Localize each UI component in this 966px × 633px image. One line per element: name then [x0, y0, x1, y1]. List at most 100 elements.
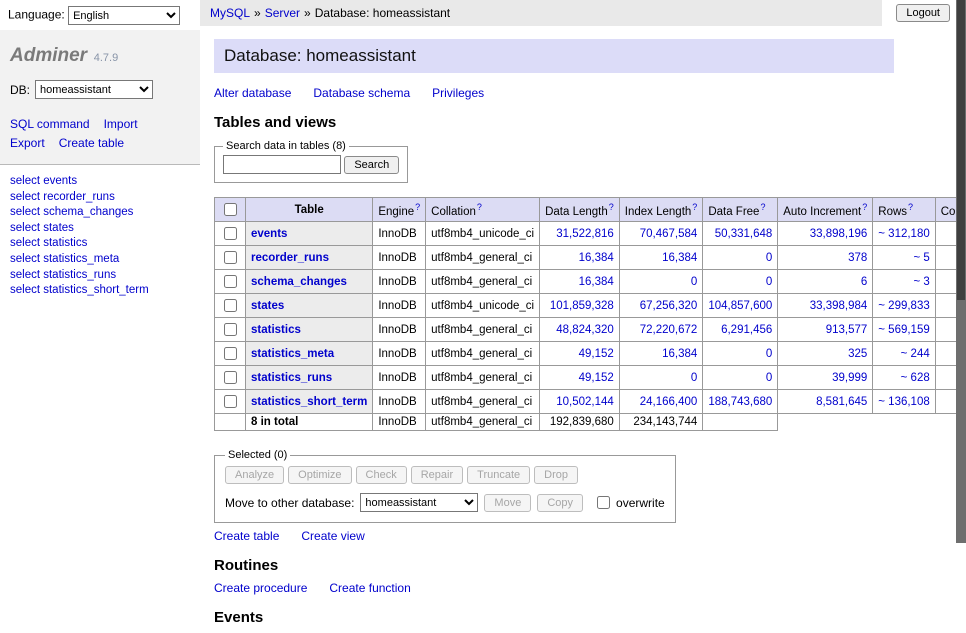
database-schema-link[interactable]: Database schema — [313, 86, 410, 100]
app-name[interactable]: Adminer — [10, 45, 87, 66]
row-checkbox[interactable] — [224, 275, 237, 288]
sidebar-item-select-schema-changes[interactable]: select schema_changes — [10, 206, 190, 220]
privileges-link[interactable]: Privileges — [432, 86, 484, 100]
move-database-select[interactable]: homeassistant — [360, 493, 478, 512]
language-select[interactable]: English — [68, 6, 180, 25]
sidebar-item-select-statistics-runs[interactable]: select statistics_runs — [10, 269, 190, 283]
table-row: states InnoDB utf8mb4_unicode_ci 101,859… — [215, 294, 966, 318]
help-link[interactable]: ? — [862, 202, 867, 212]
row-checkbox[interactable] — [224, 371, 237, 384]
logout-button[interactable]: Logout — [896, 4, 950, 22]
check-button[interactable]: Check — [356, 466, 407, 484]
table-total-row: 8 in total InnoDB utf8mb4_general_ci 192… — [215, 414, 966, 431]
table-name-link[interactable]: statistics — [251, 324, 301, 336]
help-link[interactable]: ? — [760, 202, 765, 212]
repair-button[interactable]: Repair — [411, 466, 463, 484]
move-button[interactable]: Move — [484, 494, 531, 512]
table-name-link[interactable]: events — [251, 228, 287, 240]
breadcrumb-link-mysql[interactable]: MySQL — [210, 6, 250, 20]
copy-button[interactable]: Copy — [537, 494, 583, 512]
cell-data-free: 188,743,680 — [703, 390, 778, 414]
top-row: MySQL » Server » Database: homeassistant Log… — [200, 0, 956, 26]
row-checkbox[interactable] — [224, 347, 237, 360]
cell-index-length: 0 — [619, 270, 703, 294]
cell-index-length: 0 — [619, 366, 703, 390]
search-input[interactable] — [223, 155, 341, 174]
page-title: Database: homeassistant — [214, 39, 894, 73]
truncate-button[interactable]: Truncate — [467, 466, 530, 484]
rows-count-link[interactable]: ~ 5 — [913, 252, 929, 264]
create-view-link[interactable]: Create view — [301, 529, 364, 543]
table-name-link[interactable]: schema_changes — [251, 276, 347, 288]
cell-rows: ~ 136,108 — [873, 390, 935, 414]
select-all-cell — [215, 198, 246, 222]
cell-engine: InnoDB — [373, 222, 426, 246]
row-checkbox[interactable] — [224, 251, 237, 264]
rows-count-link[interactable]: ~ 312,180 — [878, 228, 929, 240]
db-selector-row: DB: homeassistant — [0, 76, 200, 109]
sidebar-item-select-states[interactable]: select states — [10, 222, 190, 236]
scrollbar-thumb[interactable] — [957, 0, 965, 300]
breadcrumb-separator: » — [254, 6, 261, 20]
row-checkbox[interactable] — [224, 299, 237, 312]
create-function-link[interactable]: Create function — [329, 581, 410, 595]
breadcrumb-link-server[interactable]: Server — [265, 6, 300, 20]
row-checkbox[interactable] — [224, 323, 237, 336]
optimize-button[interactable]: Optimize — [288, 466, 351, 484]
alter-database-link[interactable]: Alter database — [214, 86, 291, 100]
total-index-length: 234,143,744 — [619, 414, 703, 431]
rows-count-link[interactable]: ~ 628 — [901, 372, 930, 384]
rows-count-link[interactable]: ~ 136,108 — [878, 396, 929, 408]
sidebar-item-select-events[interactable]: select events — [10, 175, 190, 189]
rows-count-link[interactable]: ~ 3 — [913, 276, 929, 288]
table-name-link[interactable]: states — [251, 300, 284, 312]
cell-data-length: 101,859,328 — [540, 294, 620, 318]
cell-auto-increment: 33,398,984 — [778, 294, 873, 318]
sidebar-item-create-table[interactable]: Create table — [59, 136, 124, 150]
breadcrumb-separator: » — [304, 6, 311, 20]
cell-auto-increment: 913,577 — [778, 318, 873, 342]
sidebar-item-select-statistics-meta[interactable]: select statistics_meta — [10, 253, 190, 267]
sidebar-item-export[interactable]: Export — [10, 136, 45, 150]
table-name-link[interactable]: statistics_meta — [251, 348, 334, 360]
cell-data-free: 50,331,648 — [703, 222, 778, 246]
vertical-scrollbar[interactable] — [956, 0, 966, 543]
create-table-link[interactable]: Create table — [214, 529, 279, 543]
db-select[interactable]: homeassistant — [35, 80, 153, 99]
routines-heading: Routines — [214, 557, 956, 574]
drop-button[interactable]: Drop — [534, 466, 578, 484]
help-link[interactable]: ? — [415, 202, 420, 212]
cell-data-free: 0 — [703, 270, 778, 294]
cell-engine: InnoDB — [373, 294, 426, 318]
help-link[interactable]: ? — [692, 202, 697, 212]
select-all-checkbox[interactable] — [224, 203, 237, 216]
create-procedure-link[interactable]: Create procedure — [214, 581, 307, 595]
help-link[interactable]: ? — [477, 202, 482, 212]
row-checkbox[interactable] — [224, 395, 237, 408]
sidebar-item-select-statistics-short-term[interactable]: select statistics_short_term — [10, 284, 190, 298]
table-name-link[interactable]: statistics_runs — [251, 372, 332, 384]
search-button[interactable]: Search — [344, 156, 399, 174]
sidebar-item-select-statistics[interactable]: select statistics — [10, 237, 190, 251]
table-name-link[interactable]: statistics_short_term — [251, 396, 367, 408]
help-link[interactable]: ? — [908, 202, 913, 212]
sidebar-item-sql-command[interactable]: SQL command — [10, 117, 90, 131]
sidebar-item-select-recorder-runs[interactable]: select recorder_runs — [10, 191, 190, 205]
table-name-link[interactable]: recorder_runs — [251, 252, 329, 264]
cell-data-length: 48,824,320 — [540, 318, 620, 342]
rows-count-link[interactable]: ~ 244 — [901, 348, 930, 360]
cell-collation: utf8mb4_general_ci — [426, 318, 540, 342]
row-checkbox[interactable] — [224, 227, 237, 240]
col-header-engine: Engine? — [373, 198, 426, 222]
rows-count-link[interactable]: ~ 569,159 — [878, 324, 929, 336]
breadcrumb-current: Database: homeassistant — [315, 6, 450, 20]
db-label: DB: — [10, 83, 30, 97]
total-engine: InnoDB — [373, 414, 426, 431]
analyze-button[interactable]: Analyze — [225, 466, 284, 484]
sidebar-item-import[interactable]: Import — [104, 117, 138, 131]
overwrite-checkbox[interactable] — [597, 496, 610, 509]
cell-data-length: 16,384 — [540, 270, 620, 294]
rows-count-link[interactable]: ~ 299,833 — [878, 300, 929, 312]
table-row: statistics_runs InnoDB utf8mb4_general_c… — [215, 366, 966, 390]
help-link[interactable]: ? — [609, 202, 614, 212]
